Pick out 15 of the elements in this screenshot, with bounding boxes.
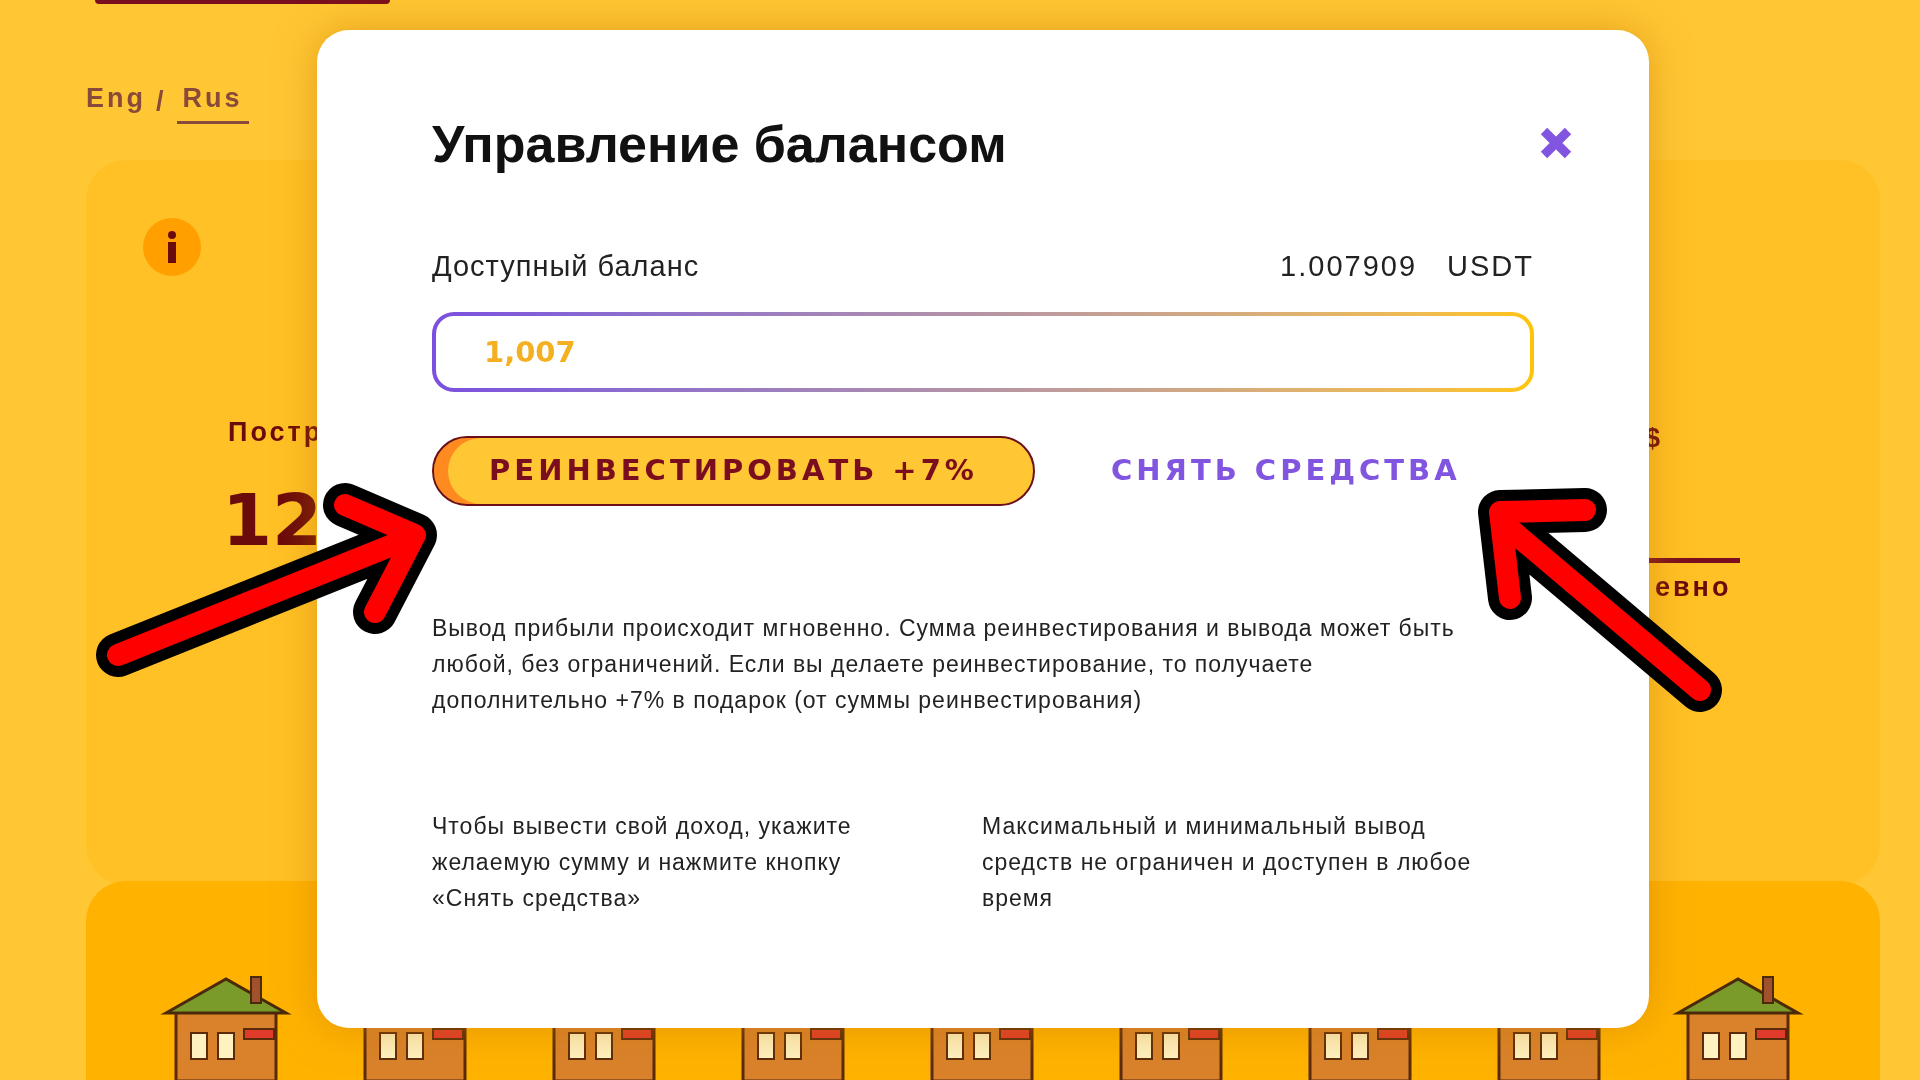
language-link[interactable]: Rus [176,78,249,124]
stat-caption: евно [1655,571,1732,604]
close-icon[interactable] [1539,126,1573,160]
balance-value: 1.007909 [1280,249,1418,284]
stat-label: Постр [228,415,324,449]
language-link[interactable]: Eng [86,78,146,124]
reinvest-button[interactable]: РЕИНВЕСТИРОВАТЬ +7% [432,435,1035,506]
note-text: Максимальный и минимальный вывод средств не ограничен и доступен в любое время [982,811,1472,913]
stat-value: 12 [222,477,324,564]
currency-label: USDT [1447,249,1534,284]
withdraw-button[interactable]: СНЯТЬ СРЕДСТВА [1111,448,1461,493]
note-text: Чтобы вывести свой доход, укажите желаемую сумму и нажмите кнопку «Снять средства» [432,811,853,913]
balance-label: Доступный баланс [432,249,700,284]
language-separator: / [156,84,167,118]
description-text: Вывод прибыли происходит мгновенно. Сумма реинвестирования и вывода может быть любой, без ограничений. Если вы делаете реинвестирование, то получаете дополнительно +7% в подарок (от суммы реинвестирования) [432,613,1456,715]
